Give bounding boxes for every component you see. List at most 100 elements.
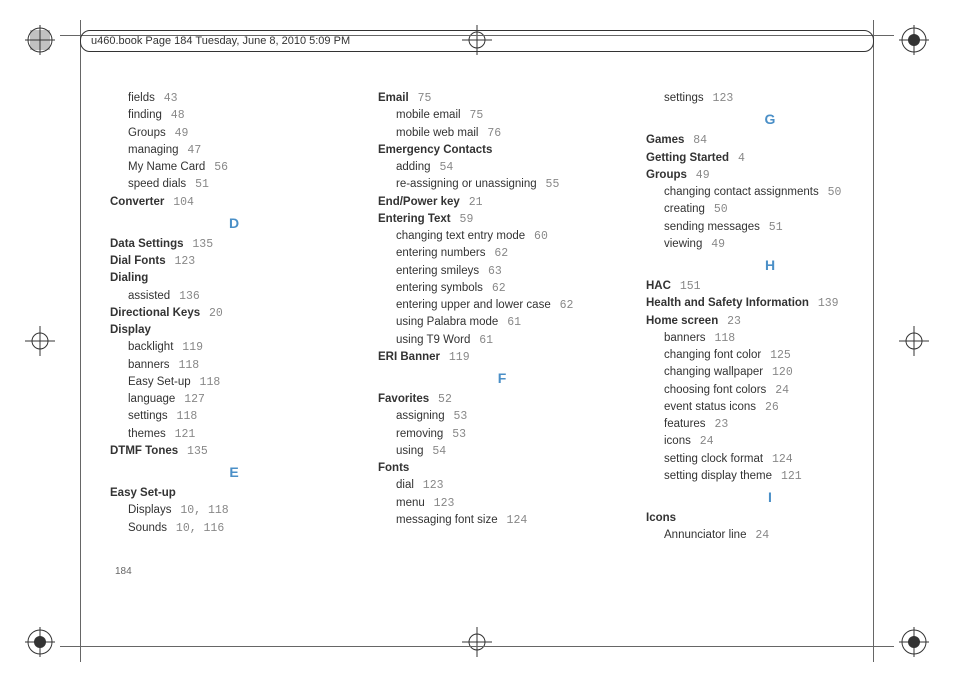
- index-column: Email 75mobile email 75mobile web mail 7…: [378, 90, 626, 545]
- index-term: removing: [396, 428, 443, 440]
- index-page: 104: [166, 196, 194, 209]
- index-entry: features 23: [664, 416, 894, 433]
- index-term: Easy Set-up: [128, 376, 191, 388]
- index-entry: entering symbols 62: [396, 280, 626, 297]
- index-term: mobile email: [396, 109, 461, 121]
- index-page: 49: [704, 238, 725, 251]
- index-column: fields 43finding 48Groups 49managing 47M…: [110, 90, 358, 545]
- index-entry: re-assigning or unassigning 55: [396, 176, 626, 193]
- index-entry: changing wallpaper 120: [664, 364, 894, 381]
- index-page: 23: [708, 418, 729, 431]
- index-page: 121: [168, 428, 196, 441]
- index-page: 123: [706, 92, 734, 105]
- index-entry: sending messages 51: [664, 219, 894, 236]
- index-entry: Email 75: [378, 90, 626, 107]
- index-term: Games: [646, 134, 684, 146]
- index-page: 53: [447, 410, 468, 423]
- index-entry: viewing 49: [664, 236, 894, 253]
- index-entry: Health and Safety Information 139: [646, 295, 894, 312]
- index-page: 21: [462, 196, 483, 209]
- index-term: assisted: [128, 290, 170, 302]
- header-text: u460.book Page 184 Tuesday, June 8, 2010…: [91, 35, 350, 47]
- index-entry: settings 123: [664, 90, 894, 107]
- index-entry: Display: [110, 322, 358, 339]
- index-page: 118: [193, 376, 221, 389]
- index-term: assigning: [396, 410, 445, 422]
- index-term: Groups: [646, 169, 687, 181]
- index-entry: Home screen 23: [646, 313, 894, 330]
- index-page: 24: [693, 435, 714, 448]
- index-term: Directional Keys: [110, 307, 200, 319]
- index-entry: Dialing: [110, 270, 358, 287]
- index-page: 55: [539, 178, 560, 191]
- index-entry: setting clock format 124: [664, 451, 894, 468]
- index-page: 135: [186, 238, 214, 251]
- index-term: Dialing: [110, 272, 148, 284]
- index-page: 121: [774, 470, 802, 483]
- index-term: using Palabra mode: [396, 316, 498, 328]
- index-term: using T9 Word: [396, 334, 470, 346]
- index-entry: entering upper and lower case 62: [396, 297, 626, 314]
- index-entry: finding 48: [128, 107, 358, 124]
- index-term: managing: [128, 144, 179, 156]
- index-term: Converter: [110, 196, 164, 208]
- index-term: entering numbers: [396, 247, 486, 259]
- index-term: Emergency Contacts: [378, 144, 492, 156]
- index-entry: Groups 49: [128, 125, 358, 142]
- index-section-letter: G: [646, 109, 894, 130]
- index-page: 125: [763, 349, 791, 362]
- index-term: Sounds: [128, 522, 167, 534]
- index-page: 118: [708, 332, 736, 345]
- index-term: changing font color: [664, 349, 761, 361]
- index-term: ERI Banner: [378, 351, 440, 363]
- crop-mark-icon: [20, 622, 60, 662]
- index-entry: Easy Set-up 118: [128, 374, 358, 391]
- index-entry: Entering Text 59: [378, 211, 626, 228]
- index-page: 120: [765, 366, 793, 379]
- index-section-letter: H: [646, 255, 894, 276]
- index-entry: Fonts: [378, 460, 626, 477]
- index-entry: removing 53: [396, 426, 626, 443]
- index-page: 10, 116: [169, 522, 224, 535]
- index-page: 51: [188, 178, 209, 191]
- index-entry: event status icons 26: [664, 399, 894, 416]
- crop-mark-icon: [20, 20, 60, 60]
- index-page: 124: [765, 453, 793, 466]
- index-page: 123: [416, 479, 444, 492]
- index-term: Easy Set-up: [110, 487, 176, 499]
- index-entry: entering smileys 63: [396, 263, 626, 280]
- index-term: DTMF Tones: [110, 445, 178, 457]
- index-page: 119: [442, 351, 470, 364]
- index-page: 75: [411, 92, 432, 105]
- crop-mark-icon: [894, 20, 934, 60]
- index-entry: assisted 136: [128, 288, 358, 305]
- index-page: 136: [172, 290, 200, 303]
- index-term: settings: [128, 410, 168, 422]
- index-entry: using T9 Word 61: [396, 332, 626, 349]
- index-term: backlight: [128, 341, 173, 353]
- index-page: 54: [426, 445, 447, 458]
- index-term: messaging font size: [396, 514, 498, 526]
- index-page: 23: [720, 315, 741, 328]
- index-page: 53: [445, 428, 466, 441]
- index-entry: using Palabra mode 61: [396, 314, 626, 331]
- index-page: 61: [472, 334, 493, 347]
- index-page: 59: [453, 213, 474, 226]
- index-entry: My Name Card 56: [128, 159, 358, 176]
- index-term: language: [128, 393, 175, 405]
- index-term: sending messages: [664, 221, 760, 233]
- index-term: menu: [396, 497, 425, 509]
- index-page: 62: [553, 299, 574, 312]
- index-section-letter: D: [110, 213, 358, 234]
- index-page: 123: [168, 255, 196, 268]
- index-term: viewing: [664, 238, 702, 250]
- index-entry: messaging font size 124: [396, 512, 626, 529]
- index-entry: Displays 10, 118: [128, 502, 358, 519]
- index-term: Health and Safety Information: [646, 297, 809, 309]
- index-entry: Sounds 10, 116: [128, 520, 358, 537]
- index-entry: speed dials 51: [128, 176, 358, 193]
- index-entry: mobile email 75: [396, 107, 626, 124]
- reg-line: [80, 20, 81, 662]
- index-page: 10, 118: [173, 504, 228, 517]
- index-page: 75: [463, 109, 484, 122]
